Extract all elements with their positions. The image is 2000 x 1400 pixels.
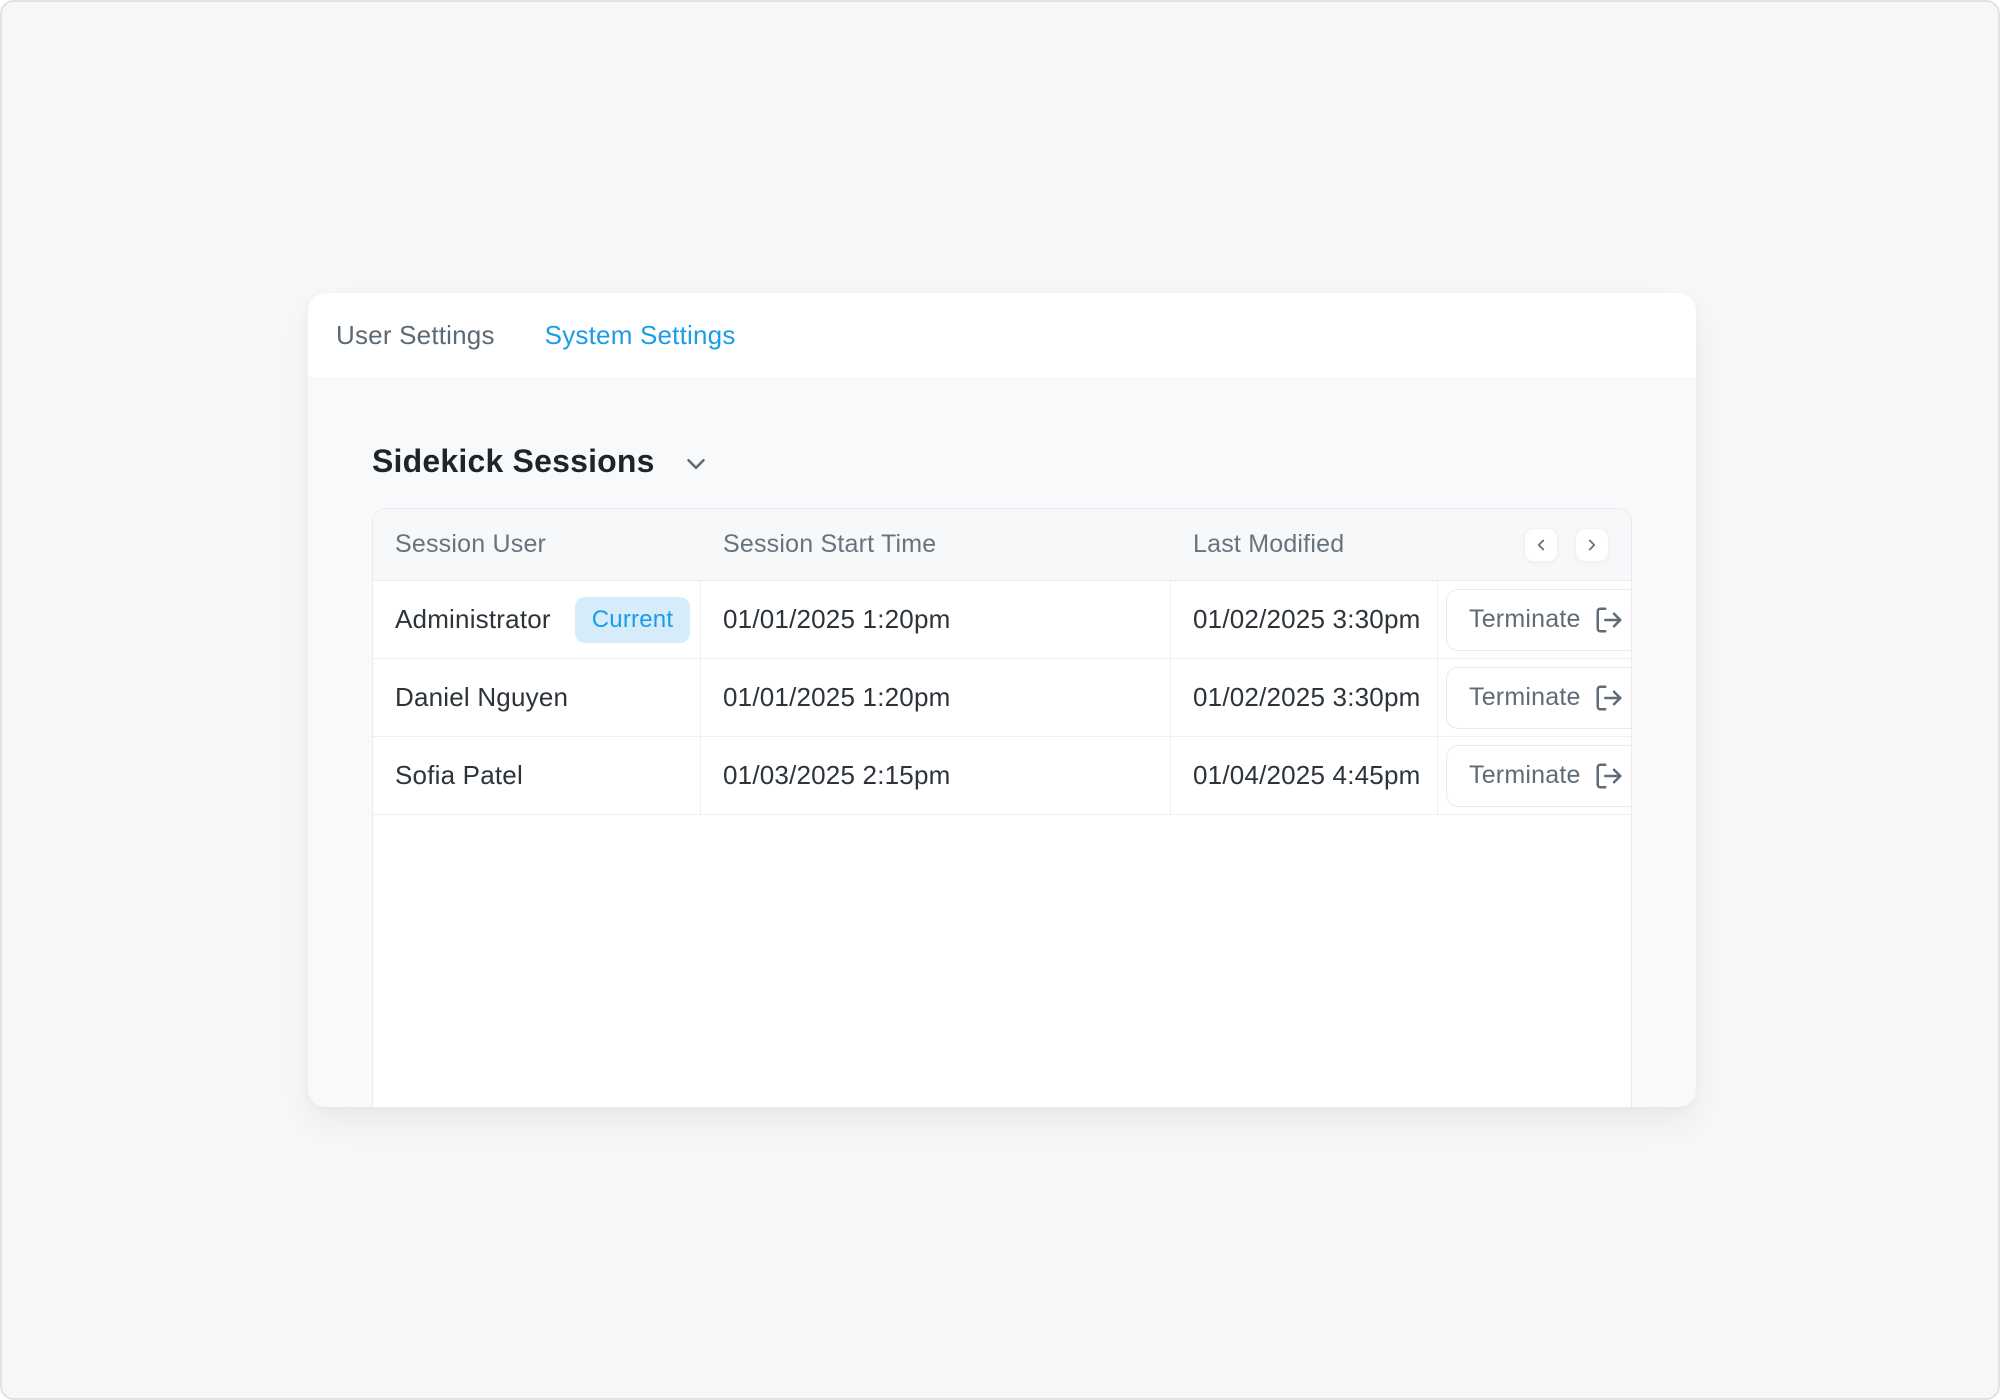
- next-page-button[interactable]: [1575, 528, 1609, 562]
- action-cell: Terminate: [1438, 659, 1632, 736]
- pagination-controls: [1438, 509, 1631, 580]
- tab-system-settings[interactable]: System Settings: [545, 320, 736, 351]
- tab-bar: User Settings System Settings: [308, 293, 1696, 377]
- terminate-button[interactable]: Terminate: [1446, 667, 1632, 729]
- session-user-cell: Sofia Patel: [373, 737, 701, 814]
- session-start-cell: 01/03/2025 2:15pm: [701, 737, 1171, 814]
- terminate-label: Terminate: [1469, 761, 1581, 790]
- session-user: Sofia Patel: [395, 760, 523, 791]
- terminate-label: Terminate: [1469, 605, 1581, 634]
- session-user-cell: Administrator Current: [373, 581, 701, 658]
- session-user-cell: Daniel Nguyen: [373, 659, 701, 736]
- settings-card: User Settings System Settings Sidekick S…: [308, 293, 1696, 1107]
- current-session-badge: Current: [575, 597, 690, 643]
- log-out-icon: [1594, 761, 1624, 791]
- screen: User Settings System Settings Sidekick S…: [0, 0, 2000, 1400]
- session-user: Daniel Nguyen: [395, 682, 568, 713]
- system-settings-panel: Sidekick Sessions Session User Session S…: [308, 377, 1696, 1107]
- session-start-cell: 01/01/2025 1:20pm: [701, 581, 1171, 658]
- table-row: Sofia Patel 01/03/2025 2:15pm 01/04/2025…: [373, 737, 1631, 815]
- chevron-left-icon: [1532, 536, 1550, 554]
- section-header: Sidekick Sessions: [372, 443, 1632, 480]
- session-start-cell: 01/01/2025 1:20pm: [701, 659, 1171, 736]
- prev-page-button[interactable]: [1524, 528, 1558, 562]
- last-modified-cell: 01/02/2025 3:30pm: [1171, 581, 1438, 658]
- session-user: Administrator: [395, 604, 551, 635]
- log-out-icon: [1594, 683, 1624, 713]
- column-header-session-start-time: Session Start Time: [701, 530, 1171, 559]
- last-modified-cell: 01/02/2025 3:30pm: [1171, 659, 1438, 736]
- tab-user-settings[interactable]: User Settings: [336, 320, 495, 351]
- page-title: Sidekick Sessions: [372, 443, 655, 480]
- action-cell: Terminate: [1438, 581, 1632, 658]
- column-header-session-user: Session User: [373, 530, 701, 559]
- sessions-table: Session User Session Start Time Last Mod…: [372, 508, 1632, 1107]
- terminate-button[interactable]: Terminate: [1446, 745, 1632, 807]
- table-row: Administrator Current 01/01/2025 1:20pm …: [373, 581, 1631, 659]
- column-header-last-modified: Last Modified: [1171, 530, 1438, 559]
- chevron-down-icon[interactable]: [681, 445, 711, 479]
- terminate-label: Terminate: [1469, 683, 1581, 712]
- chevron-right-icon: [1583, 536, 1601, 554]
- log-out-icon: [1594, 605, 1624, 635]
- table-row: Daniel Nguyen 01/01/2025 1:20pm 01/02/20…: [373, 659, 1631, 737]
- table-header-row: Session User Session Start Time Last Mod…: [373, 509, 1631, 581]
- action-cell: Terminate: [1438, 737, 1632, 814]
- terminate-button[interactable]: Terminate: [1446, 589, 1632, 651]
- last-modified-cell: 01/04/2025 4:45pm: [1171, 737, 1438, 814]
